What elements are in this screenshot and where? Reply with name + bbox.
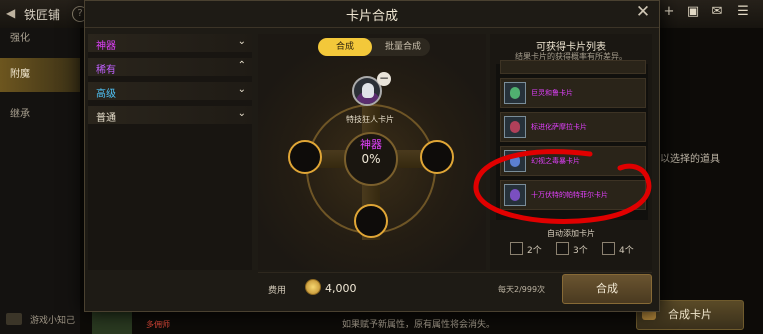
result-grade: 神器 [360,138,382,151]
chevron-down-icon: ⌄ [237,108,246,119]
chevron-down-icon: ⌄ [237,36,246,47]
tab-synthesize[interactable]: 合成 [318,38,372,56]
divider [85,27,659,28]
tab-inherit[interactable]: 继承 [0,98,80,132]
card-name: 标进化萨摩拉卡片 [531,123,587,131]
auto-add-3-label: 3个 [573,246,588,256]
chevron-up-icon: ⌃ [237,60,246,71]
card-thumb-icon [504,116,526,138]
bag-icon[interactable]: ▣ [684,4,702,20]
auto-add-3-checkbox[interactable] [556,242,569,255]
cost-value: 4,000 [325,282,357,295]
tab-enhance[interactable]: 强化 [0,22,80,56]
back-icon[interactable]: ◀ [6,6,15,20]
auto-add-4-checkbox[interactable] [602,242,615,255]
daily-limit: 每天2/999次 [498,285,546,294]
auto-add-4-label: 4个 [619,246,634,256]
auto-add-2-checkbox[interactable] [510,242,523,255]
tab-batch-synthesize[interactable]: 批量合成 [376,38,430,56]
window-title: 铁匠铺 [24,8,61,22]
card-name: 巨灵和鲁卡片 [531,89,573,97]
grade-label: 高级 [96,89,116,100]
grade-label: 神器 [96,41,116,52]
divider [258,272,652,273]
synthesize-button[interactable]: 合成 [562,274,652,304]
item-label: 多佣师 [146,320,170,329]
grade-label: 普通 [96,113,116,124]
cost-label: 费用 [268,286,287,296]
grade-filter-list: 神器 ⌄ 稀有 ⌃ 高级 ⌄ 普通 ⌄ [88,34,252,270]
grade-advanced[interactable]: 高级 ⌄ [88,82,252,102]
item-thumbnail [92,312,132,334]
menu-icon[interactable]: ☰ [734,4,752,20]
close-icon[interactable]: ✕ [633,2,653,22]
coin-icon [305,279,321,295]
chevron-down-icon: ⌄ [237,84,246,95]
auto-add-title: 自动添加卡片 [547,229,595,238]
list-item[interactable] [500,60,646,74]
card-portrait [362,83,374,98]
enchant-warning: 如果赋予新属性，原有属性将会消失。 [342,320,496,330]
grade-label: 稀有 [96,65,116,76]
grade-rare[interactable]: 稀有 ⌃ [88,58,252,78]
selected-card-label: 特技狂人卡片 [346,115,394,124]
grade-artifact[interactable]: 神器 ⌄ [88,34,252,54]
tip-icon[interactable] [6,313,22,325]
card-slot-left[interactable] [288,140,322,174]
card-slot-right[interactable] [420,140,454,174]
annotation-circle [473,149,652,224]
tab-enchant[interactable]: 附魔 [0,58,80,92]
card-slot-bottom[interactable] [354,204,388,238]
add-icon[interactable]: + [660,4,678,20]
success-percent: 0% [361,152,381,166]
tip-text[interactable]: 游戏小知己 [30,313,75,326]
list-item[interactable]: 巨灵和鲁卡片 [500,78,646,108]
mail-icon[interactable]: ✉ [708,4,726,20]
auto-add-2-label: 2个 [527,246,542,256]
list-item[interactable]: 标进化萨摩拉卡片 [500,112,646,142]
dialog-title: 卡片合成 [345,9,398,24]
background-hint: 以选择的道具 [660,154,720,165]
remove-card-icon[interactable]: − [377,72,391,86]
grade-common[interactable]: 普通 ⌄ [88,106,252,126]
card-thumb-icon [504,82,526,104]
